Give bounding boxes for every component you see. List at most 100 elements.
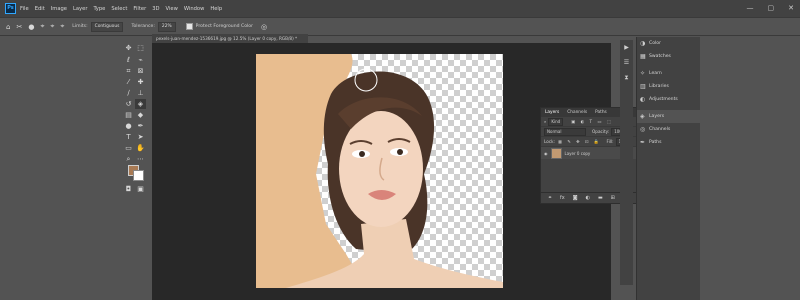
frame-tool-icon[interactable]: ⊠: [135, 66, 146, 76]
panel-label: Swatches: [649, 54, 671, 59]
background-eraser-icon[interactable]: ✂: [16, 23, 22, 31]
face: [339, 111, 423, 227]
menu-edit[interactable]: Edit: [35, 6, 45, 12]
menu-3d[interactable]: 3D: [152, 6, 159, 12]
more-tools-icon[interactable]: ⋯: [135, 154, 146, 164]
hand-tool-icon[interactable]: ✋: [135, 143, 146, 153]
menu-image[interactable]: Image: [51, 6, 67, 12]
panel-label: Learn: [649, 71, 662, 76]
sampling-once-icon[interactable]: ⌖: [50, 22, 54, 31]
brush-tool-icon[interactable]: ∕: [123, 88, 134, 98]
panel-label: Layers: [649, 114, 665, 119]
visibility-eye-icon[interactable]: ◉: [544, 151, 548, 156]
menu-view[interactable]: View: [166, 6, 178, 12]
panel-layers[interactable]: ◈ Layers: [637, 110, 701, 123]
menu-select[interactable]: Select: [111, 6, 127, 12]
kind-select[interactable]: Kind: [548, 117, 564, 126]
sampling-swatch-icon[interactable]: ⌖: [60, 22, 64, 31]
fill-label: Fill:: [606, 139, 614, 144]
history-icon[interactable]: ⧗: [620, 74, 633, 82]
menu-window[interactable]: Window: [184, 6, 204, 12]
protect-foreground-checkbox[interactable]: [185, 23, 193, 30]
play-icon[interactable]: ▶: [620, 44, 633, 51]
gradient-tool-icon[interactable]: ▤: [123, 110, 134, 120]
limits-select[interactable]: Contiguous: [90, 21, 124, 32]
move-tool-icon[interactable]: ✥: [123, 43, 134, 53]
tolerance-label: Tolerance:: [131, 24, 155, 29]
minimize-icon[interactable]: —: [747, 4, 754, 12]
color-wheel-icon: ◑: [640, 40, 646, 47]
menu-file[interactable]: File: [20, 6, 29, 12]
menu-filter[interactable]: Filter: [133, 6, 146, 12]
layers-icon: ◈: [640, 113, 645, 120]
menu-layer[interactable]: Layer: [73, 6, 87, 12]
options-bar: ⌂ ✂ ● ⌖ ⌖ ⌖ Limits: Contiguous Tolerance…: [0, 17, 800, 36]
lock-icons[interactable]: ▦ ✎ ✥ ⊡ 🔒: [558, 139, 601, 145]
menu-type[interactable]: Type: [93, 6, 105, 12]
workspace-background: [700, 37, 800, 300]
panel-label: Libraries: [649, 84, 669, 89]
adjust-icon: ◐: [640, 96, 646, 103]
opacity-label: Opacity:: [592, 129, 610, 134]
link-icon[interactable]: ⚭: [548, 195, 552, 201]
folder-icon[interactable]: ▬: [598, 195, 603, 201]
blend-mode-select[interactable]: Normal: [544, 127, 586, 136]
history-brush-tool-icon[interactable]: ↺: [123, 99, 134, 109]
pen-tool-icon[interactable]: ✒: [135, 121, 146, 131]
quick-mask-icon[interactable]: ◘: [123, 184, 134, 194]
filter-icons[interactable]: ▣ ◐ T ▭ ⬚: [571, 119, 612, 124]
lasso-tool-icon[interactable]: ℓ: [123, 55, 134, 65]
document-tab[interactable]: pexels-juan-mendez-1536619.jpg @ 12.5% (…: [152, 34, 308, 43]
home-icon[interactable]: ⌂: [6, 23, 10, 31]
brush-size-icon[interactable]: ●: [28, 23, 34, 31]
panel-libraries[interactable]: ▥ Libraries: [637, 80, 701, 93]
sampling-continuous-icon[interactable]: ⌖: [40, 22, 44, 31]
properties-icon[interactable]: ☰: [620, 59, 633, 66]
right-iris: [397, 149, 403, 155]
tolerance-input[interactable]: 22%: [157, 21, 176, 32]
panel-paths[interactable]: ✒ Paths: [637, 136, 701, 149]
adjustment-icon[interactable]: ◐: [586, 195, 590, 201]
portrait-photo: [256, 54, 503, 288]
panel-label: Paths: [649, 140, 662, 145]
tab-paths[interactable]: Paths: [595, 110, 607, 115]
healing-tool-icon[interactable]: ✚: [135, 77, 146, 87]
eraser-tool-icon[interactable]: ◈: [135, 99, 146, 109]
maximize-icon[interactable]: ▢: [768, 4, 775, 12]
clone-stamp-tool-icon[interactable]: ⊥: [135, 88, 146, 98]
zoom-tool-icon[interactable]: ⌕: [123, 154, 134, 164]
library-icon: ▥: [640, 83, 646, 90]
pen-icon: ✒: [640, 139, 646, 146]
image-canvas[interactable]: [256, 54, 503, 288]
background-color-swatch[interactable]: [133, 170, 144, 181]
dodge-tool-icon[interactable]: ●: [123, 121, 134, 131]
panel-swatches[interactable]: ▦ Swatches: [637, 50, 701, 63]
pressure-icon[interactable]: ◎: [261, 23, 267, 31]
mask-icon[interactable]: ◙: [573, 195, 578, 201]
channels-icon: ◎: [640, 126, 646, 133]
menu-help[interactable]: Help: [210, 6, 222, 12]
filter-search-icon: ⌕: [544, 119, 547, 124]
marquee-tool-icon[interactable]: ⬚: [135, 43, 146, 53]
shape-tool-icon[interactable]: ▭: [123, 143, 134, 153]
blur-tool-icon[interactable]: ◆: [135, 110, 146, 120]
panel-label: Adjustments: [649, 97, 678, 102]
close-icon[interactable]: ✕: [788, 4, 794, 12]
panel-channels[interactable]: ◎ Channels: [637, 123, 701, 136]
type-tool-icon[interactable]: T: [123, 132, 134, 142]
panel-learn[interactable]: ✧ Learn: [637, 67, 701, 80]
tab-channels[interactable]: Channels: [567, 110, 587, 115]
photoshop-logo[interactable]: Ps: [5, 3, 16, 14]
path-select-tool-icon[interactable]: ➤: [135, 132, 146, 142]
protect-foreground-label: Protect Foreground Color: [195, 24, 253, 29]
layer-name[interactable]: Layer 0 copy: [565, 151, 591, 156]
crop-tool-icon[interactable]: ⌗: [123, 66, 134, 76]
tab-layers[interactable]: Layers: [545, 110, 559, 115]
fx-icon[interactable]: fx: [560, 195, 565, 201]
panel-color[interactable]: ◑ Color: [637, 37, 701, 50]
eyedropper-tool-icon[interactable]: ⁄: [123, 77, 134, 87]
panel-adjustments[interactable]: ◐ Adjustments: [637, 93, 701, 106]
new-layer-icon[interactable]: ⊞: [611, 195, 615, 201]
screen-mode-icon[interactable]: ▣: [135, 184, 146, 194]
quick-select-tool-icon[interactable]: ⌁: [135, 55, 146, 65]
